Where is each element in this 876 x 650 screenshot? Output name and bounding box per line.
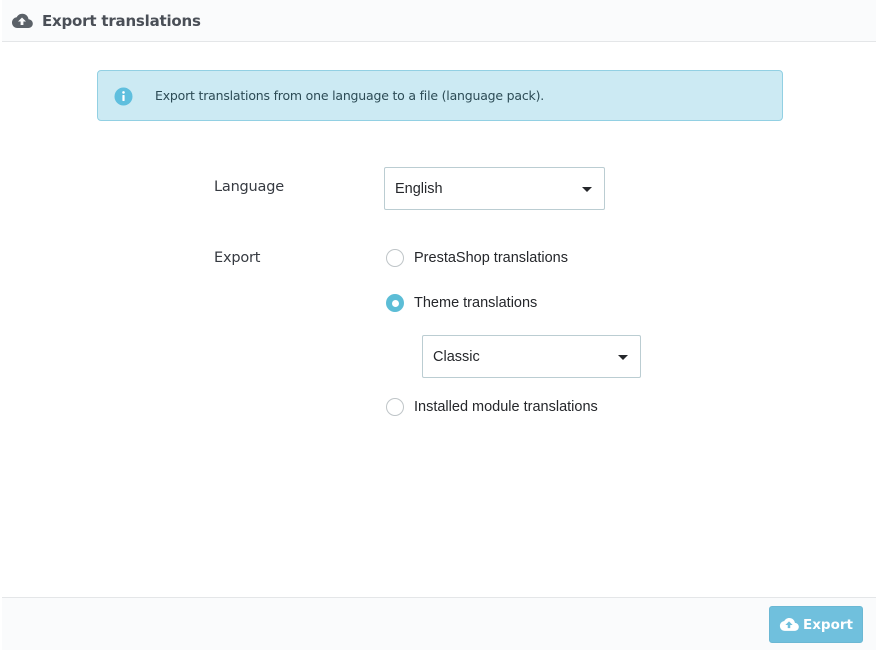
radio-theme-translations[interactable]: Theme translations <box>386 294 537 312</box>
export-translations-panel: Export translations Export translations … <box>2 0 876 650</box>
panel-footer: Export <box>2 597 876 650</box>
theme-select-value: Classic <box>433 348 480 365</box>
info-icon <box>114 87 133 106</box>
radio-label: PrestaShop translations <box>414 250 568 266</box>
panel-title: Export translations <box>42 11 201 30</box>
export-button-label: Export <box>803 616 853 633</box>
radio-label: Installed module translations <box>414 399 598 415</box>
language-label: Language <box>214 179 284 195</box>
language-select-value: English <box>395 180 443 197</box>
radio-label: Theme translations <box>414 295 538 311</box>
info-alert: Export translations from one language to… <box>97 70 783 121</box>
radio-button[interactable] <box>386 398 404 416</box>
chevron-down-icon <box>618 355 628 360</box>
cloud-upload-icon <box>11 10 33 32</box>
export-label: Export <box>214 250 261 266</box>
panel-header: Export translations <box>2 0 876 42</box>
export-button[interactable]: Export <box>769 606 863 643</box>
alert-text: Export translations from one language to… <box>155 88 545 103</box>
radio-prestashop-translations[interactable]: PrestaShop translations <box>386 249 568 267</box>
chevron-down-icon <box>582 187 592 192</box>
radio-button-checked[interactable] <box>386 294 404 312</box>
cloud-upload-icon <box>779 617 799 633</box>
language-select[interactable]: English <box>384 167 605 210</box>
radio-installed-module-translations[interactable]: Installed module translations <box>386 398 598 416</box>
radio-button[interactable] <box>386 249 404 267</box>
theme-select[interactable]: Classic <box>422 335 641 378</box>
